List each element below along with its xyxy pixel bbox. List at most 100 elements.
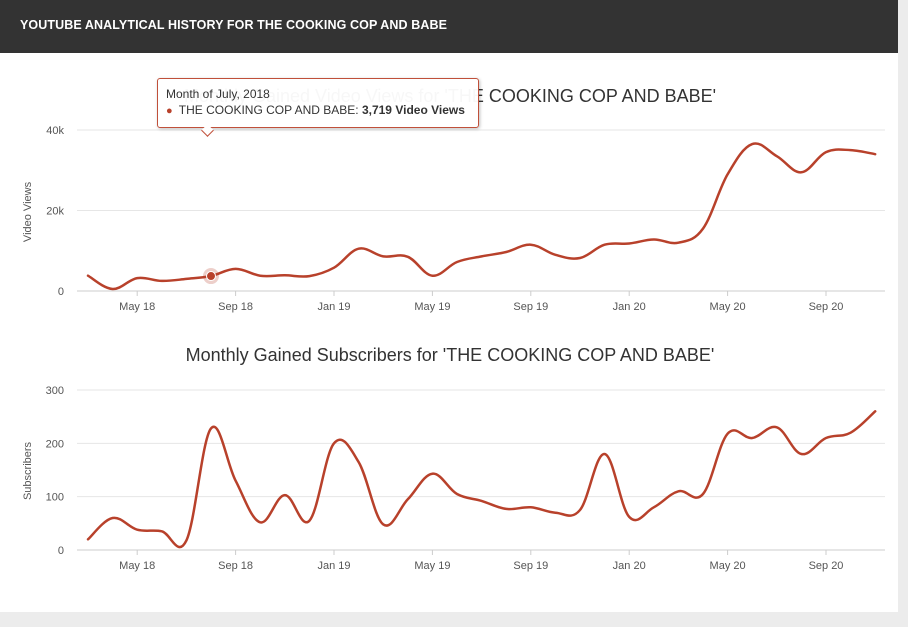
- data-point[interactable]: [282, 492, 288, 498]
- x-tick-label: Sep 20: [809, 560, 844, 572]
- data-point[interactable]: [651, 504, 657, 510]
- x-tick-label: May 19: [414, 560, 450, 572]
- data-point[interactable]: [700, 226, 706, 232]
- data-point[interactable]: [651, 236, 657, 242]
- data-point[interactable]: [725, 171, 731, 177]
- data-point[interactable]: [503, 249, 509, 255]
- data-point[interactable]: [405, 254, 411, 260]
- x-tick-label: Jan 20: [613, 560, 646, 572]
- x-tick-label: May 18: [119, 301, 155, 313]
- data-point[interactable]: [405, 496, 411, 502]
- data-point[interactable]: [159, 278, 165, 284]
- views-y-axis-title: Video Views: [22, 181, 34, 242]
- data-point[interactable]: [380, 253, 386, 259]
- tooltip-series-label: THE COOKING COP AND BABE:: [178, 103, 359, 117]
- data-point[interactable]: [552, 510, 558, 516]
- data-point[interactable]: [823, 149, 829, 155]
- data-point[interactable]: [749, 141, 755, 147]
- data-point[interactable]: [528, 504, 534, 510]
- data-point[interactable]: [872, 408, 878, 414]
- series-line[interactable]: [86, 142, 877, 291]
- subscribers-chart: Monthly Gained Subscribers for 'THE COOK…: [22, 345, 885, 572]
- data-point[interactable]: [626, 514, 632, 520]
- data-point[interactable]: [306, 518, 312, 524]
- data-point[interactable]: [134, 527, 140, 533]
- data-point[interactable]: [700, 491, 706, 497]
- data-point[interactable]: [577, 507, 583, 513]
- data-point[interactable]: [331, 265, 337, 271]
- data-point[interactable]: [503, 506, 509, 512]
- views-y-ticks: 0 20k 40k: [46, 125, 64, 298]
- data-point[interactable]: [208, 425, 214, 431]
- data-point[interactable]: [848, 430, 854, 436]
- data-point[interactable]: [798, 451, 804, 457]
- data-point[interactable]: [725, 431, 731, 437]
- header-bar: YOUTUBE ANALYTICAL HISTORY FOR THE COOKI…: [0, 0, 898, 53]
- y-tick-label: 100: [46, 492, 64, 504]
- y-tick-label: 200: [46, 438, 64, 450]
- data-point[interactable]: [823, 435, 829, 441]
- data-point[interactable]: [257, 273, 263, 279]
- data-point[interactable]: [774, 424, 780, 430]
- x-tick-label: Jan 19: [317, 560, 350, 572]
- data-point[interactable]: [110, 515, 116, 521]
- data-point[interactable]: [159, 528, 165, 534]
- x-tick-label: May 18: [119, 560, 155, 572]
- data-point[interactable]: [380, 521, 386, 527]
- data-point[interactable]: [479, 498, 485, 504]
- data-point[interactable]: [110, 286, 116, 292]
- data-point[interactable]: [774, 153, 780, 159]
- x-tick-label: Sep 18: [218, 301, 253, 313]
- data-point[interactable]: [848, 147, 854, 153]
- data-point[interactable]: [183, 537, 189, 543]
- data-point[interactable]: [626, 241, 632, 247]
- y-tick-label: 0: [58, 286, 64, 298]
- data-point[interactable]: [528, 242, 534, 248]
- data-point[interactable]: [479, 253, 485, 259]
- views-series[interactable]: [85, 141, 878, 292]
- data-point[interactable]: [356, 459, 362, 465]
- data-point[interactable]: [306, 273, 312, 279]
- data-point[interactable]: [454, 491, 460, 497]
- data-point[interactable]: [577, 255, 583, 261]
- y-tick-label: 40k: [46, 125, 64, 137]
- data-point[interactable]: [85, 273, 91, 279]
- x-tick-label: May 19: [414, 301, 450, 313]
- tooltip-row: ● THE COOKING COP AND BABE: 3,719 Video …: [166, 103, 465, 117]
- x-tick-label: Sep 18: [218, 560, 253, 572]
- data-point[interactable]: [356, 246, 362, 252]
- y-tick-label: 20k: [46, 206, 64, 218]
- charts-canvas: Monthly Gained Video Views for 'THE COOK…: [22, 86, 885, 572]
- data-point[interactable]: [552, 252, 558, 258]
- series-line[interactable]: [86, 410, 877, 549]
- data-point[interactable]: [602, 451, 608, 457]
- data-point[interactable]: [749, 435, 755, 441]
- subscribers-series[interactable]: [85, 408, 878, 549]
- data-point[interactable]: [282, 272, 288, 278]
- data-point[interactable]: [602, 242, 608, 248]
- hovered-data-point[interactable]: [206, 271, 216, 282]
- data-point[interactable]: [331, 440, 337, 446]
- data-point[interactable]: [257, 519, 263, 525]
- subscribers-gridlines: [77, 389, 885, 551]
- subscribers-y-ticks: 0 100 200 300: [46, 385, 64, 557]
- data-point[interactable]: [872, 151, 878, 157]
- data-point[interactable]: [233, 266, 239, 272]
- x-tick-label: May 20: [710, 301, 746, 313]
- tooltip-date: Month of July, 2018: [166, 87, 270, 101]
- data-point[interactable]: [183, 276, 189, 282]
- x-tick-label: Jan 19: [317, 301, 350, 313]
- data-point[interactable]: [429, 273, 435, 279]
- data-point[interactable]: [233, 478, 239, 484]
- data-point[interactable]: [675, 240, 681, 246]
- data-point[interactable]: [429, 471, 435, 477]
- data-point[interactable]: [134, 275, 140, 281]
- data-point-tooltip: Month of July, 2018 ● THE COOKING COP AN…: [157, 78, 479, 137]
- data-point[interactable]: [454, 259, 460, 265]
- y-tick-label: 300: [46, 385, 64, 397]
- x-tick-label: May 20: [710, 560, 746, 572]
- views-x-ticks: May 18 Sep 18 Jan 19 May 19 Sep 19 Jan 20 May …: [119, 291, 843, 313]
- data-point[interactable]: [798, 169, 804, 175]
- data-point[interactable]: [675, 488, 681, 494]
- data-point[interactable]: [85, 536, 91, 542]
